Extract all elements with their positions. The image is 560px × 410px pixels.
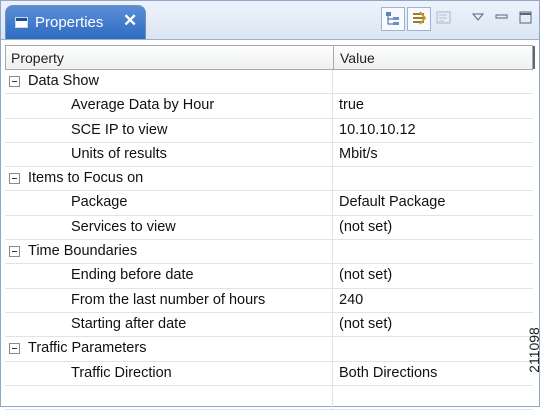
collapse-icon[interactable] — [9, 246, 20, 258]
table-row — [5, 385, 533, 410]
category-row[interactable]: Traffic Parameters — [5, 337, 533, 362]
table-row[interactable]: From the last number of hours 240 — [5, 288, 533, 313]
property-name: Ending before date — [71, 267, 194, 284]
table-row[interactable]: Traffic Direction Both Directions — [5, 361, 533, 386]
column-end-divider[interactable] — [533, 46, 535, 69]
property-name: From the last number of hours — [71, 291, 266, 308]
table-row[interactable]: Services to view (not set) — [5, 215, 533, 241]
figure-code-label: 211098 — [525, 327, 542, 373]
restore-defaults-icon[interactable] — [433, 7, 457, 31]
property-name: SCE IP to view — [71, 121, 168, 138]
cell-divider — [332, 264, 333, 288]
property-name: Package — [71, 194, 128, 211]
column-header-value[interactable]: Value — [340, 50, 375, 66]
category-row[interactable]: Data Show — [5, 70, 533, 95]
collapse-icon[interactable] — [9, 76, 20, 87]
minimize-icon[interactable] — [491, 7, 515, 31]
property-name: Traffic Direction — [71, 364, 172, 381]
table-row[interactable]: Package Default Package — [5, 191, 533, 216]
table-row[interactable]: Ending before date (not set) — [5, 264, 533, 289]
view-tab-bar: Properties ✕ — [1, 1, 539, 40]
property-value[interactable]: 240 — [339, 292, 363, 308]
tab-properties[interactable]: Properties ✕ — [5, 5, 146, 39]
cell-divider — [332, 118, 333, 142]
property-value[interactable]: true — [339, 97, 364, 113]
show-advanced-icon[interactable] — [407, 7, 431, 31]
cell-divider — [332, 288, 333, 312]
property-value[interactable]: Mbit/s — [339, 146, 378, 162]
category-label: Time Boundaries — [28, 243, 138, 260]
cell-divider — [332, 337, 333, 361]
figure-code: 211098 — [526, 314, 560, 394]
table-header: Property Value — [5, 45, 535, 70]
category-row[interactable]: Time Boundaries — [5, 240, 533, 265]
column-header-property[interactable]: Property — [11, 50, 64, 66]
property-value[interactable]: 10.10.10.12 — [339, 122, 416, 138]
column-divider[interactable] — [333, 46, 334, 69]
cell-divider — [332, 215, 333, 240]
close-icon[interactable]: ✕ — [123, 11, 137, 31]
cell-divider — [332, 361, 333, 385]
property-table: Data Show Average Data by Hour true SCE IP … — [5, 70, 533, 410]
property-name: Average Data by Hour — [71, 97, 215, 114]
cell-divider — [332, 191, 333, 215]
show-categories-icon[interactable] — [381, 7, 405, 31]
properties-icon — [15, 17, 28, 28]
cell-divider — [332, 385, 333, 410]
property-value[interactable]: (not set) — [339, 219, 392, 235]
cell-divider — [332, 70, 333, 94]
table-row[interactable]: SCE IP to view 10.10.10.12 — [5, 118, 533, 143]
property-value[interactable]: Default Package — [339, 194, 445, 210]
property-value[interactable]: (not set) — [339, 316, 392, 332]
property-value[interactable]: Both Directions — [339, 365, 437, 381]
property-name: Units of results — [71, 145, 167, 162]
cell-divider — [332, 167, 333, 191]
cell-divider — [332, 312, 333, 337]
table-row[interactable]: Starting after date (not set) — [5, 312, 533, 338]
cell-divider — [332, 142, 333, 167]
table-row[interactable]: Average Data by Hour true — [5, 94, 533, 119]
properties-view: Properties ✕ Property Value Data Show Av… — [0, 0, 540, 410]
property-value[interactable]: (not set) — [339, 267, 392, 283]
category-label: Data Show — [28, 73, 99, 89]
table-row[interactable]: Units of results Mbit/s — [5, 142, 533, 168]
collapse-icon[interactable] — [9, 173, 20, 185]
tab-title: Properties — [35, 14, 104, 31]
view-menu-icon[interactable] — [467, 7, 491, 31]
cell-divider — [332, 240, 333, 264]
category-label: Items to Focus on — [28, 170, 144, 187]
category-row[interactable]: Items to Focus on — [5, 167, 533, 192]
property-name: Starting after date — [71, 315, 187, 332]
collapse-icon[interactable] — [9, 343, 20, 355]
cell-divider — [332, 94, 333, 118]
category-label: Traffic Parameters — [28, 340, 147, 357]
property-name: Services to view — [71, 218, 176, 235]
maximize-icon[interactable] — [515, 7, 539, 31]
